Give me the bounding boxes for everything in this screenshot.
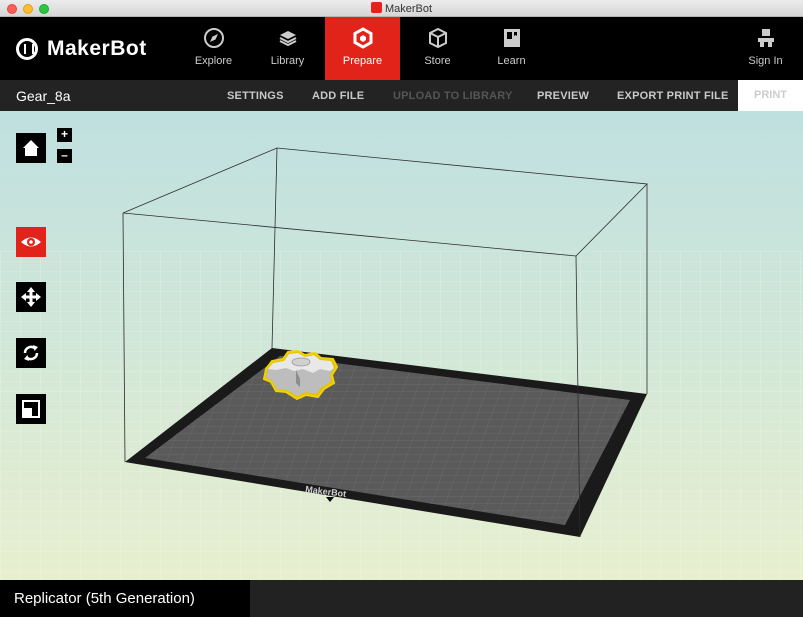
nav-item-label: Prepare	[342, 55, 383, 67]
home-view-button[interactable]	[16, 133, 46, 163]
nav-item-label: Store	[424, 55, 451, 67]
nav-item-library[interactable]: Library	[250, 17, 325, 80]
nav-item-prepare[interactable]: Prepare	[325, 17, 400, 80]
sign-in-label: Sign In	[748, 55, 783, 67]
store-icon	[428, 27, 447, 49]
document-name: Gear_8a	[16, 88, 71, 104]
logo-text: MakerBot	[47, 37, 147, 60]
window-title-text: MakerBot	[384, 3, 433, 15]
scene-canvas: MakerBot	[0, 147, 803, 580]
move-icon	[21, 287, 41, 307]
makerbot-logo: MakerBot	[16, 37, 147, 61]
nav-item-label: Learn	[497, 55, 526, 67]
nav-item-label: Library	[270, 55, 305, 67]
settings-button[interactable]: SETTINGS	[227, 90, 284, 102]
add-file-button[interactable]: ADD FILE	[312, 90, 364, 102]
view-tool-button[interactable]	[16, 227, 46, 257]
rotate-tool-button[interactable]	[16, 338, 46, 368]
eye-icon	[21, 237, 41, 247]
bottom-status-bar: Replicator (5th Generation)	[0, 580, 803, 617]
learn-icon	[503, 29, 520, 47]
app-icon	[370, 2, 382, 13]
zoom-out-button[interactable]: –	[57, 149, 72, 163]
window-title: MakerBot	[0, 2, 803, 15]
user-icon	[757, 29, 774, 47]
preview-button[interactable]: PREVIEW	[537, 90, 589, 102]
prepare-toolbar: Gear_8a SETTINGS ADD FILE UPLOAD TO LIBR…	[0, 80, 803, 112]
makerbot-logo-icon	[16, 38, 38, 60]
print-button[interactable]: PRINT	[738, 80, 803, 111]
nav-item-explore[interactable]: Explore	[176, 17, 251, 80]
nav-item-learn[interactable]: Learn	[474, 17, 549, 80]
top-navigation: MakerBot Explore Library Prepare Store L…	[0, 17, 803, 80]
build-volume-viewport[interactable]: MakerBot + –	[0, 111, 803, 580]
prepare-icon	[353, 27, 372, 49]
upload-to-library-button[interactable]: UPLOAD TO LIBRARY	[393, 90, 513, 102]
move-tool-button[interactable]	[16, 282, 46, 312]
zoom-in-button[interactable]: +	[57, 128, 72, 142]
library-icon	[279, 31, 296, 47]
sign-in-button[interactable]: Sign In	[728, 17, 803, 80]
scale-tool-button[interactable]	[16, 394, 46, 424]
compass-icon	[203, 28, 224, 48]
nav-item-store[interactable]: Store	[400, 17, 475, 80]
rotate-icon	[23, 345, 39, 361]
printer-selector[interactable]: Replicator (5th Generation)	[0, 580, 250, 617]
scale-icon	[22, 400, 40, 418]
home-icon	[23, 140, 39, 156]
nav-item-label: Explore	[194, 55, 233, 67]
export-print-file-button[interactable]: EXPORT PRINT FILE	[617, 90, 729, 102]
window-titlebar: MakerBot	[0, 0, 803, 17]
